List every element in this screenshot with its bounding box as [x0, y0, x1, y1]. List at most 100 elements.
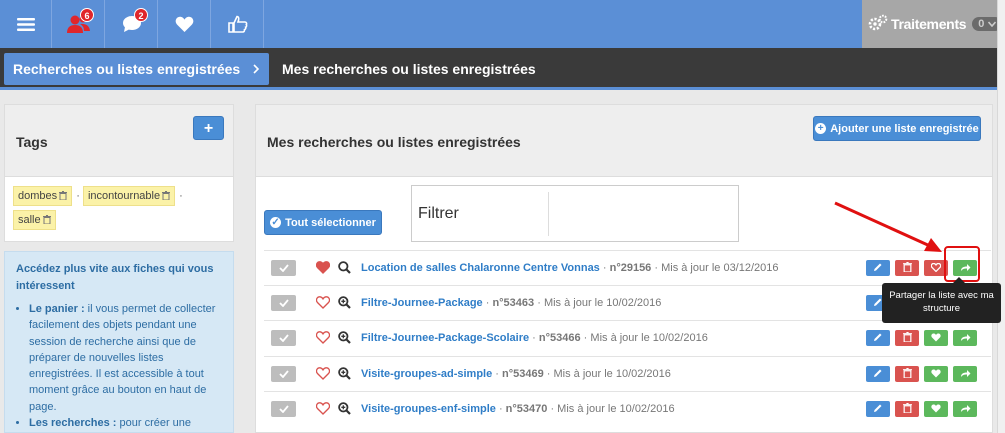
traitements-button[interactable]: Traitements 0 [862, 0, 1003, 48]
heart-icon [931, 402, 941, 416]
top-navbar: 6 2 Traitements 0 [0, 0, 1005, 48]
share-button[interactable] [953, 401, 977, 417]
saved-list-updated: Mis à jour le 03/12/2016 [661, 262, 779, 274]
delete-button[interactable] [895, 366, 919, 382]
heart-icon [931, 331, 941, 345]
tag-incontournable[interactable]: incontournable [82, 186, 176, 206]
page-scrollbar[interactable] [997, 0, 1005, 433]
edit-button[interactable] [866, 330, 890, 346]
chevron-right-icon [253, 53, 260, 96]
favorite-button[interactable] [924, 366, 948, 382]
saved-list-link[interactable]: Location de salles Chalaronne Centre Von… [361, 262, 600, 274]
red-arrow-annotation [834, 201, 942, 252]
share-arrow-icon [960, 367, 971, 381]
breadcrumb: Recherches ou listes enregistrées Mes re… [0, 48, 997, 90]
trash-icon[interactable] [162, 191, 171, 200]
saved-list-id: n°53463 [492, 297, 535, 309]
favorite-button[interactable] [924, 401, 948, 417]
notifications-button[interactable]: 6 [53, 0, 105, 48]
edit-button[interactable] [866, 401, 890, 417]
favorites-button[interactable] [159, 0, 211, 48]
tag-dombes[interactable]: dombes [13, 186, 73, 206]
share-button[interactable] [953, 366, 977, 382]
delete-button[interactable] [895, 260, 919, 276]
messages-button[interactable]: 2 [106, 0, 158, 48]
favorite-button[interactable] [924, 330, 948, 346]
saved-list-link[interactable]: Visite-groupes-ad-simple [361, 368, 492, 380]
row-select-checkbox[interactable] [271, 330, 296, 346]
saved-list-id: n°53469 [502, 368, 544, 380]
row-actions [866, 401, 977, 417]
page-title: Mes recherches ou listes enregistrées [267, 134, 521, 150]
search-icon[interactable] [338, 261, 351, 277]
pencil-icon [873, 261, 883, 275]
trash-icon [902, 367, 912, 381]
filter-box: Filtrer [411, 185, 739, 242]
saved-list-link[interactable]: Filtre-Journee-Package [361, 297, 483, 309]
thumbs-up-icon [227, 15, 248, 33]
select-all-button[interactable]: ✓ Tout sélectionner [264, 210, 382, 235]
saved-list-id: n°53470 [505, 403, 548, 415]
trash-icon [902, 261, 912, 275]
help-panel: Accédez plus vite aux fiches qui vous in… [4, 251, 234, 433]
add-saved-list-button[interactable]: + Ajouter une liste enregistrée [813, 116, 981, 141]
help-item-basket: Le panier : il vous permet de collecter … [29, 301, 227, 415]
check-icon [278, 367, 289, 381]
saved-lists-panel: Mes recherches ou listes enregistrées + … [255, 104, 993, 433]
chevron-down-icon [988, 18, 997, 30]
favorite-heart-icon[interactable] [315, 296, 331, 312]
saved-list-id: n°29156 [609, 262, 652, 274]
trash-icon [902, 402, 912, 416]
pencil-icon [873, 367, 883, 381]
zoom-in-icon[interactable] [338, 331, 351, 347]
trash-icon[interactable] [59, 191, 68, 200]
edit-button[interactable] [866, 366, 890, 382]
saved-list-updated: Mis à jour le 10/02/2016 [557, 403, 675, 415]
saved-list-updated: Mis à jour le 10/02/2016 [553, 368, 671, 380]
hamburger-icon [16, 17, 35, 32]
row-select-checkbox[interactable] [271, 295, 296, 311]
check-icon [278, 402, 289, 416]
heart-icon [175, 16, 194, 33]
delete-button[interactable] [895, 330, 919, 346]
zoom-in-icon[interactable] [338, 296, 351, 312]
breadcrumb-current: Mes recherches ou listes enregistrées [282, 61, 536, 77]
share-arrow-icon [960, 402, 971, 416]
list-item: Visite-groupes-enf-simple · n°53470 · Mi… [264, 391, 991, 427]
share-button[interactable] [953, 330, 977, 346]
trash-icon [902, 331, 912, 345]
favorite-heart-icon[interactable] [315, 331, 331, 347]
saved-list-link[interactable]: Visite-groupes-enf-simple [361, 403, 496, 415]
row-select-checkbox[interactable] [271, 260, 296, 276]
favorite-heart-icon[interactable] [315, 402, 331, 418]
menu-button[interactable] [0, 0, 52, 48]
add-tag-button[interactable]: + [193, 116, 224, 140]
pencil-icon [873, 331, 883, 345]
tags-panel: Tags + dombes · incontournable · salle [4, 104, 234, 242]
edit-button[interactable] [866, 260, 890, 276]
help-list: Le panier : il vous permet de collecter … [5, 295, 233, 432]
saved-list-updated: Mis à jour le 10/02/2016 [590, 332, 708, 344]
favorite-heart-icon[interactable] [315, 367, 331, 383]
notifications-count-badge: 6 [80, 8, 94, 22]
favorite-heart-icon[interactable] [315, 261, 331, 277]
trash-icon[interactable] [42, 215, 51, 224]
traitements-label: Traitements [891, 16, 967, 32]
breadcrumb-parent-link[interactable]: Recherches ou listes enregistrées [4, 53, 269, 85]
share-arrow-icon [960, 331, 971, 345]
delete-button[interactable] [895, 401, 919, 417]
pencil-icon [873, 402, 883, 416]
filter-input[interactable] [548, 192, 734, 236]
list-item: Filtre-Journee-Package-Scolaire · n°5346… [264, 320, 991, 356]
like-button[interactable] [212, 0, 264, 48]
check-icon [278, 331, 289, 345]
tag-salle[interactable]: salle [13, 210, 56, 230]
row-select-checkbox[interactable] [271, 401, 296, 417]
zoom-in-icon[interactable] [338, 367, 351, 383]
check-icon [278, 296, 289, 310]
list-item: Visite-groupes-ad-simple · n°53469 · Mis… [264, 356, 991, 392]
row-select-checkbox[interactable] [271, 366, 296, 382]
tags-title: Tags [16, 134, 48, 150]
zoom-in-icon[interactable] [338, 402, 351, 418]
saved-list-link[interactable]: Filtre-Journee-Package-Scolaire [361, 332, 529, 344]
